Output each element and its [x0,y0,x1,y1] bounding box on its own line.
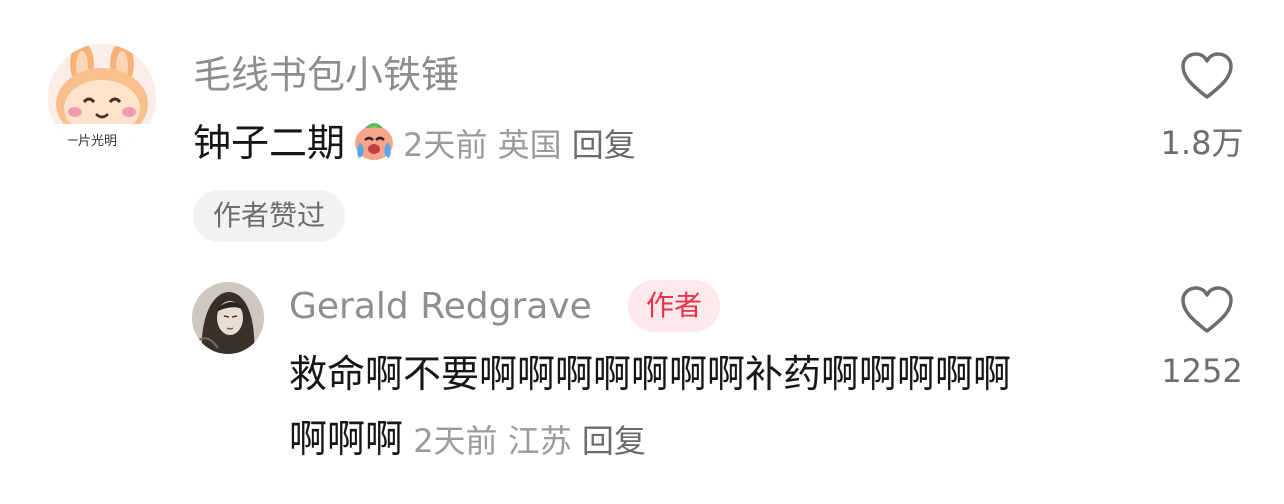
reply-text-line1: 救命啊不要啊啊啊啊啊啊啊补药啊啊啊啊啊 [289,352,1012,396]
comment-location: 英国 [497,126,562,164]
replier-avatar[interactable] [192,282,264,354]
reply-text-continued: 啊啊啊 [289,417,404,461]
commenter-avatar[interactable]: 途一片光明 [48,44,156,152]
author-tag: 作者 [628,280,721,332]
reply-time: 2天前 [413,422,498,460]
like-count: 1252 [1161,352,1243,390]
reply-button[interactable]: 回复 [582,422,646,460]
reply-text-line2: 啊啊啊 2天前 江苏 回复 [289,415,646,465]
heart-outline-icon [1181,286,1233,333]
like-count: 1.8万 [1160,124,1244,162]
crying-face-emoji-icon [351,116,397,162]
replier-name[interactable]: Gerald Redgrave [289,284,592,330]
comment-time: 2天前 [403,126,488,164]
commenter-name[interactable]: 毛线书包小铁锤 [193,52,459,98]
reply-button[interactable]: 回复 [572,126,636,164]
heart-outline-icon [1181,52,1233,99]
reply-location: 江苏 [507,422,572,460]
avatar-caption: 途一片光明 [52,134,118,149]
like-button[interactable] [1180,52,1234,100]
portrait-avatar-icon [192,282,264,354]
comment-text-line: 钟子二期 2天前 英国 回复 [193,116,636,169]
comment-text: 钟子二期 [193,121,346,165]
like-button[interactable] [1180,286,1234,334]
author-liked-badge: 作者赞过 [193,190,346,242]
